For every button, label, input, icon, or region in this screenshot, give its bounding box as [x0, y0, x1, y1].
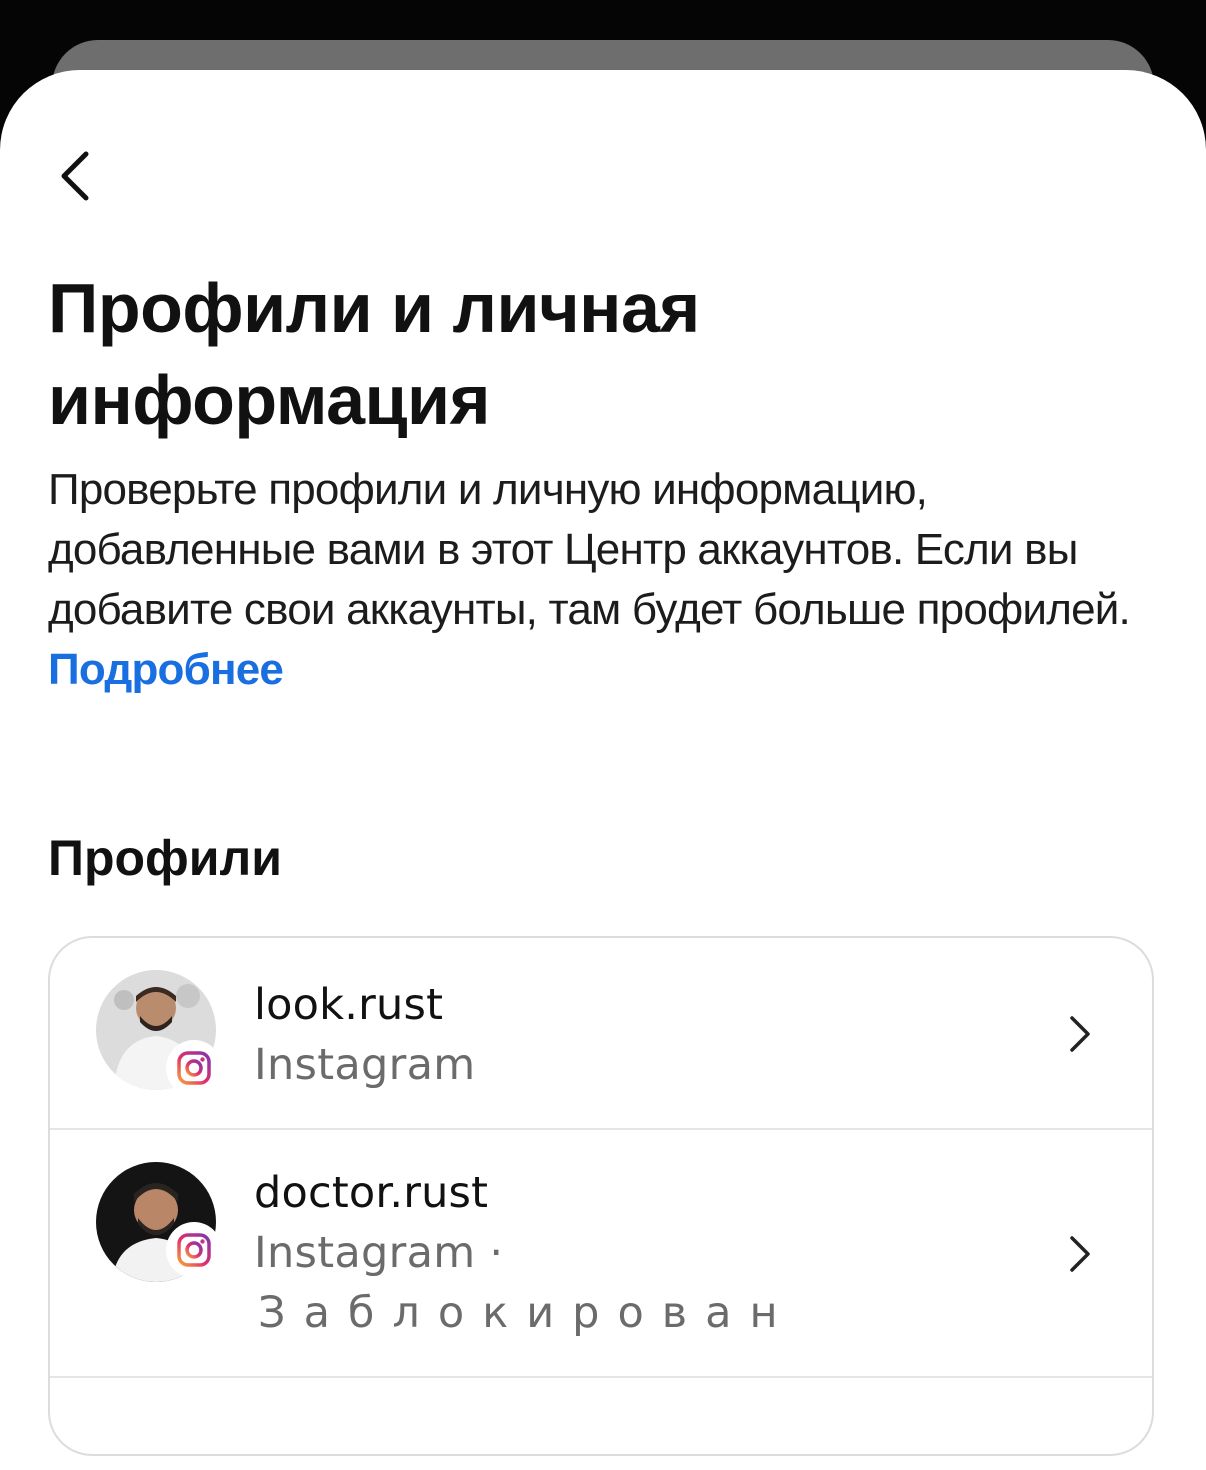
profile-row-doctor-rust[interactable]: doctor.rust Instagram · Заблокирован [50, 1128, 1152, 1378]
page-title: Профили и личная информация [48, 269, 700, 439]
profile-status: Заблокирован [258, 1288, 796, 1338]
chevron-right-icon [1070, 1016, 1090, 1052]
chevron-right-icon [1070, 1236, 1090, 1272]
profile-platform: Instagram · [254, 1228, 504, 1278]
instagram-icon [177, 1051, 211, 1085]
profile-username: look.rust [254, 980, 444, 1030]
description-text: Проверьте профили и личную информацию, д… [48, 465, 1131, 634]
instagram-icon [177, 1233, 211, 1267]
back-button[interactable] [40, 140, 112, 212]
instagram-badge [168, 1224, 220, 1276]
profiles-card: look.rust Instagram doctor.rust Instagra… [48, 936, 1154, 1456]
profile-platform: Instagram [254, 1040, 476, 1090]
profile-username: doctor.rust [254, 1168, 489, 1218]
profiles-heading: Профили [48, 830, 283, 886]
page-description: Проверьте профили и личную информацию, д… [48, 460, 1168, 700]
learn-more-link[interactable]: Подробнее [48, 645, 284, 694]
chevron-left-icon [61, 151, 89, 201]
profile-row-look-rust[interactable]: look.rust Instagram [50, 938, 1152, 1130]
instagram-badge [168, 1042, 220, 1094]
